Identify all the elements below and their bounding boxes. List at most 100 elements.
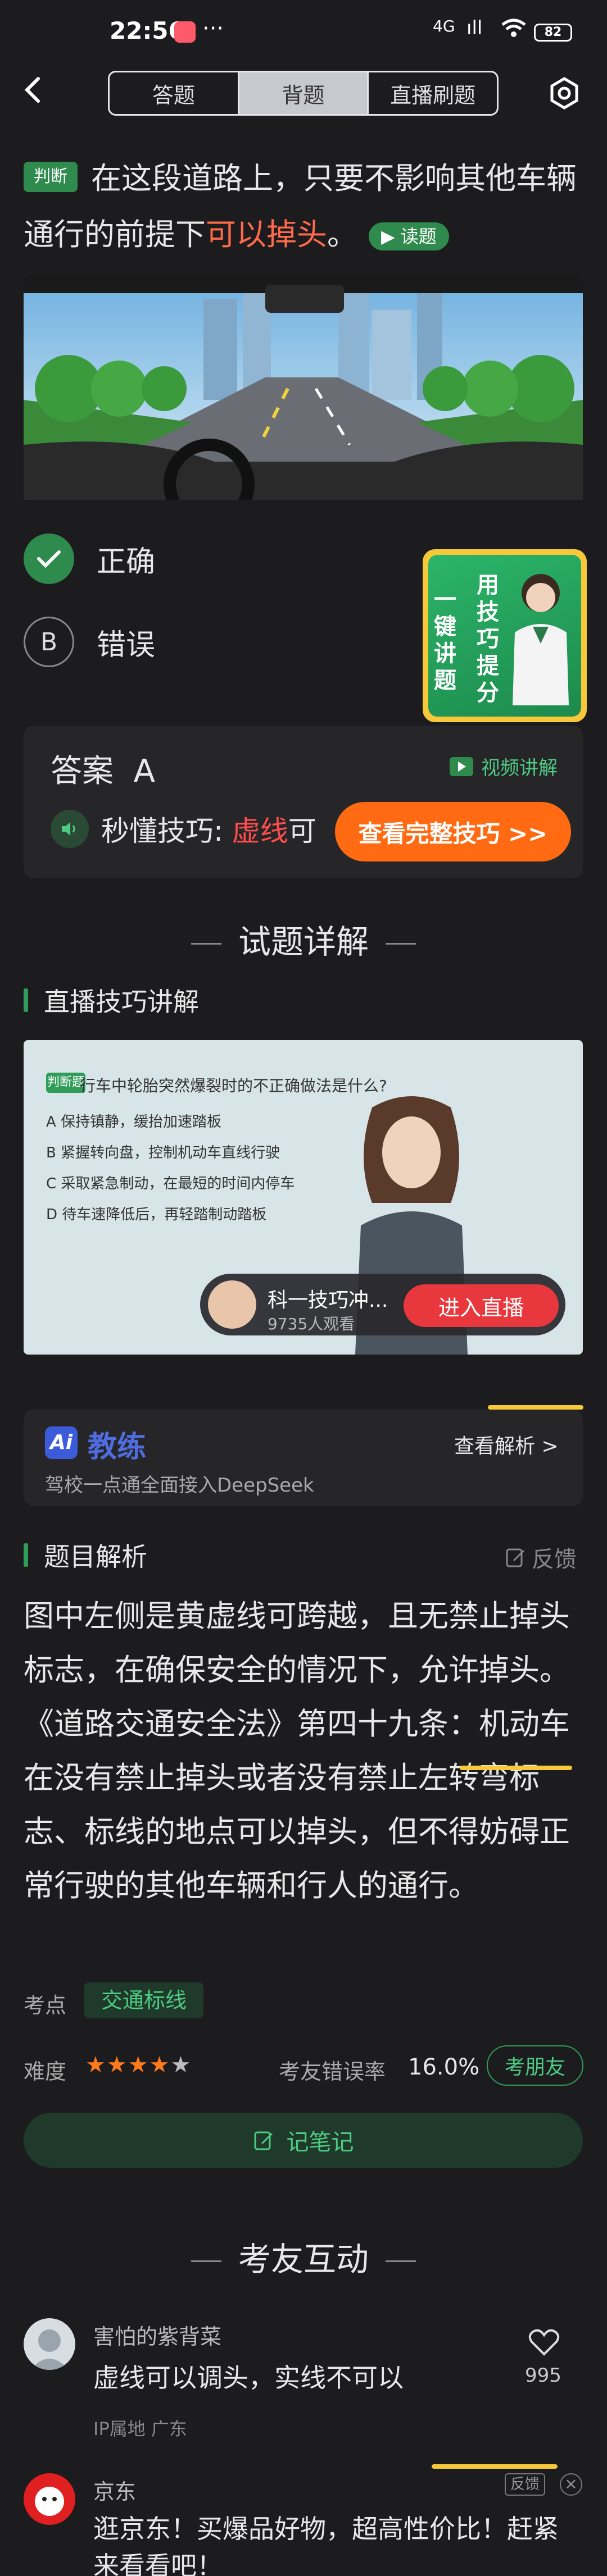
ad-text[interactable]: 逛京东！买爆品好物，超高性价比！赶紧来看看吧！	[93, 2510, 577, 2576]
feedback-button[interactable]: 反馈	[505, 1541, 577, 1574]
detail-title-text: 试题详解	[238, 923, 369, 961]
settings-icon	[550, 77, 578, 110]
live-viewers: 9735人观看	[268, 1315, 355, 1333]
tab-live-practice[interactable]: 直播刷题	[369, 72, 497, 114]
status-bar: 22:56 ··· 4G ıll 82	[0, 0, 607, 67]
question-text-end: 。	[327, 217, 357, 252]
star-icon: ★	[85, 2052, 107, 2078]
feedback-label: 反馈	[532, 1547, 577, 1572]
question-text: 在这段道路上，只要不影响其他车辆通行的前提下可以掉头。 ▶ 读题	[24, 151, 586, 263]
analysis-title: 题目解析	[44, 1542, 147, 1572]
check-icon	[24, 534, 74, 584]
option-b-letter: B	[24, 617, 74, 667]
decor-line	[432, 2464, 558, 2469]
signal-bars-icon: ıll	[466, 17, 483, 39]
take-note-button[interactable]: 记笔记	[24, 2113, 583, 2168]
video-explain-link[interactable]: 视频讲解	[450, 753, 558, 780]
star-icon: ★	[106, 2052, 128, 2078]
like-button[interactable]	[528, 2328, 560, 2356]
star-icon: ★	[128, 2052, 150, 2078]
promo-right-text: 用技巧提分	[477, 572, 499, 706]
difficulty-label: 难度	[24, 2059, 67, 2084]
question-highlight: 可以掉头	[206, 217, 327, 252]
heart-icon	[528, 2329, 560, 2356]
app-notification-icon	[174, 21, 196, 43]
ad-feedback-tag[interactable]: 反馈	[505, 2473, 545, 2496]
promo-left-text: 一键讲题	[434, 587, 456, 694]
quick-tip: 秒懂技巧: 虚线可	[51, 809, 316, 849]
read-question-button[interactable]: ▶ 读题	[369, 222, 449, 251]
coach-name: 教练	[88, 1430, 147, 1464]
comment-text: 虚线可以调头，实线不可以	[93, 2363, 404, 2393]
tab-answer[interactable]: 答题	[110, 72, 239, 114]
play-icon	[450, 756, 473, 776]
live-room-name: 科一技巧冲...	[268, 1289, 388, 1312]
wifi-icon	[500, 17, 527, 44]
signal-4g-icon: 4G	[433, 17, 455, 35]
analysis-paragraph-2: 《道路交通安全法》第四十九条：机动车在没有禁止掉头或者没有禁止左转弯标志、标线的…	[24, 1706, 570, 1903]
question-image[interactable]	[24, 276, 583, 500]
error-rate-value: 16.0%	[408, 2054, 480, 2080]
tip-highlight: 虚线	[232, 815, 288, 847]
ad-author[interactable]: 京东	[93, 2474, 136, 2505]
analysis-heading: 题目解析	[24, 1537, 147, 1574]
battery-icon: 82	[534, 24, 572, 42]
option-b-label: 错误	[97, 628, 156, 662]
detail-section-title: 试题详解	[0, 915, 607, 963]
explain-promo-badge[interactable]: 一键讲题 用技巧提分	[423, 549, 587, 722]
option-b[interactable]: B 错误	[24, 617, 361, 667]
take-note-label: 记笔记	[286, 2130, 354, 2155]
speaker-icon[interactable]	[51, 810, 89, 848]
view-analysis-link[interactable]: 查看解析 >	[454, 1430, 559, 1459]
error-rate-label: 考友错误率	[279, 2059, 386, 2084]
tip-prefix: 秒懂技巧:	[101, 815, 223, 847]
like-count: 995	[525, 2364, 561, 2387]
view-full-tip-button[interactable]: 查看完整技巧 >>	[335, 802, 571, 861]
close-icon[interactable]: ×	[560, 2473, 582, 2496]
video-option-a: A 保持镇静，缓抬加速踏板	[46, 1114, 222, 1130]
analysis-text: 图中左侧是黄虚线可跨越，且无禁止掉头标志，在确保安全的情况下，允许掉头。 《道路…	[24, 1589, 586, 1913]
decor-line	[460, 1766, 572, 1770]
ad-avatar[interactable]	[24, 2473, 75, 2525]
video-option-b: B 紧握转向盘，控制机动车直线行驶	[46, 1145, 280, 1161]
tab-memorize[interactable]: 背题	[239, 72, 369, 114]
star-icon: ★	[149, 2052, 171, 2078]
option-a[interactable]: 正确	[24, 534, 361, 584]
knowledge-point-tag[interactable]: 交通标线	[84, 1982, 204, 2018]
comment-ip: IP属地 广东	[93, 2418, 187, 2440]
coach-subtitle: 驾校一点通全面接入DeepSeek	[45, 1474, 314, 1497]
live-host-avatar	[208, 1280, 256, 1329]
settings-button[interactable]	[546, 75, 582, 111]
test-friends-button[interactable]: 考朋友	[487, 2045, 583, 2086]
answer-label-text: 答案	[51, 753, 114, 790]
answer-value: A	[133, 753, 155, 790]
star-icon: ★	[170, 2052, 192, 2078]
option-a-label: 正确	[97, 545, 156, 579]
video-option-d: D 待车速降低后，再轻踏制动踏板	[46, 1206, 267, 1223]
comment-author[interactable]: 害怕的紫背菜	[93, 2319, 221, 2350]
read-question-label: 读题	[400, 226, 437, 248]
answer-label: 答案 A	[51, 746, 155, 791]
more-notifications-icon: ···	[202, 16, 224, 42]
edit-icon	[506, 1548, 525, 1567]
mode-tabs: 答题 背题 直播刷题	[108, 71, 499, 116]
video-explain-label: 视频讲解	[481, 757, 558, 779]
community-section-title: 考友互动	[0, 2233, 607, 2280]
tip-rest: 可	[288, 815, 316, 847]
live-tip-title: 直播技巧讲解	[44, 987, 199, 1017]
video-option-c: C 采取紧急制动，在最短的时间内停车	[46, 1175, 295, 1192]
status-time: 22:56	[110, 17, 185, 44]
question-type-tag: 判断	[24, 162, 78, 192]
knowledge-point-label: 考点	[24, 1993, 67, 2018]
analysis-paragraph-1: 图中左侧是黄虚线可跨越，且无禁止掉头标志，在确保安全的情况下，允许掉头。	[24, 1598, 570, 1688]
decor-line	[488, 1405, 583, 1410]
enter-live-button[interactable]: 进入直播	[404, 1284, 559, 1327]
note-icon	[254, 2131, 273, 2150]
teacher-avatar	[513, 574, 569, 705]
comment-avatar[interactable]	[24, 2318, 75, 2370]
back-button[interactable]	[21, 73, 55, 112]
live-tip-heading: 直播技巧讲解	[24, 982, 199, 1019]
difficulty-stars: ★★★★★	[85, 2052, 192, 2078]
ai-logo-icon: Ai	[45, 1426, 78, 1459]
community-title-text: 考友互动	[238, 2240, 369, 2278]
